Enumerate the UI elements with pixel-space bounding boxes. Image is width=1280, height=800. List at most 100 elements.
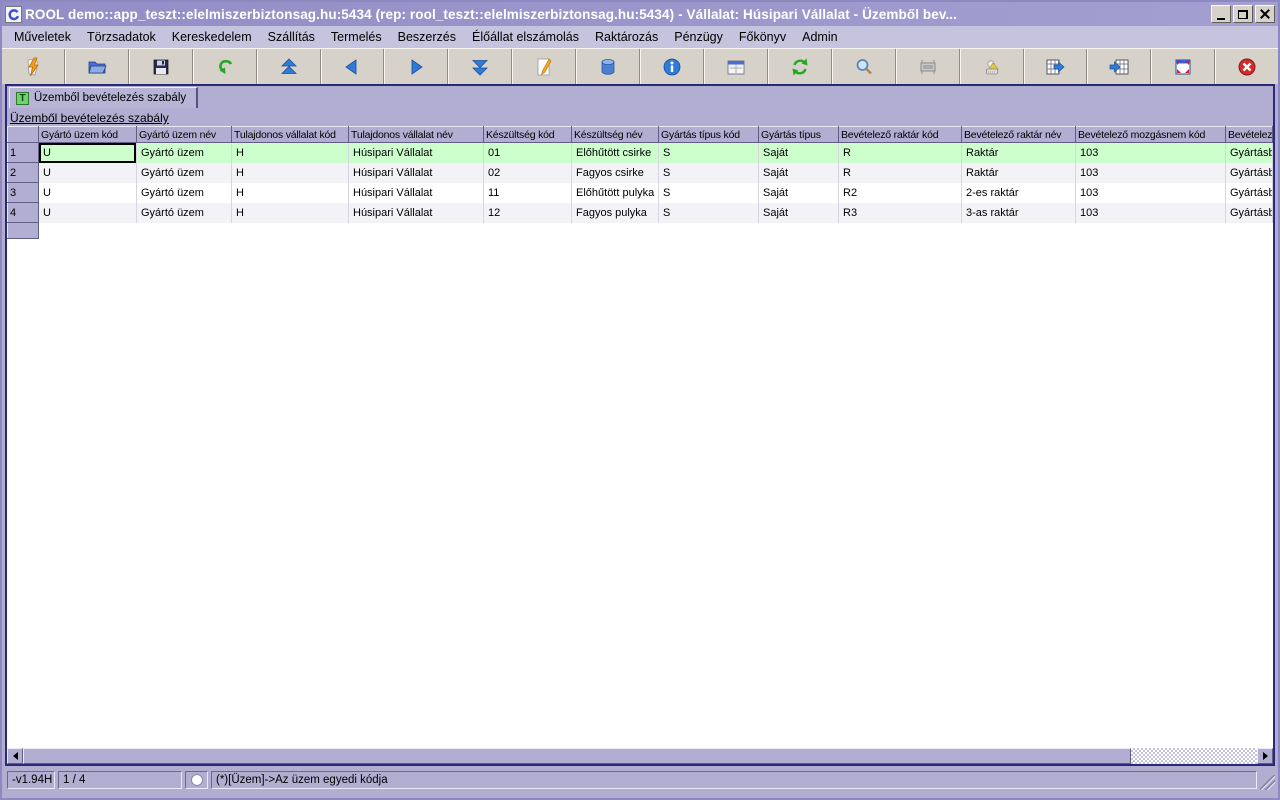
menu-kereskedelem[interactable]: Kereskedelem bbox=[164, 28, 260, 46]
search-button[interactable] bbox=[831, 49, 896, 84]
column-header-bevetelezo-raktar-nev[interactable]: Bevételező raktár név bbox=[961, 126, 1076, 143]
table-cell[interactable]: Fagyos csirke bbox=[571, 162, 659, 183]
table-cell[interactable]: 103 bbox=[1075, 142, 1226, 163]
table-cell[interactable]: H bbox=[231, 142, 349, 163]
next-record-button[interactable] bbox=[384, 49, 449, 84]
table-cell[interactable]: 103 bbox=[1075, 182, 1226, 203]
table-cell[interactable]: Előhűtött csirke bbox=[571, 142, 659, 163]
table-cell[interactable]: Húsipari Vállalat bbox=[348, 182, 484, 203]
table-cell[interactable]: Raktár bbox=[961, 162, 1076, 183]
table-cell[interactable]: 103 bbox=[1075, 202, 1226, 223]
plotter-button[interactable] bbox=[959, 49, 1024, 84]
table-cell[interactable]: Gyártásb bbox=[1225, 162, 1273, 183]
table-cell[interactable]: 3-as raktár bbox=[961, 202, 1076, 223]
form-view-button[interactable] bbox=[703, 49, 768, 84]
menu-fokonyv[interactable]: Főkönyv bbox=[731, 28, 794, 46]
table-cell[interactable]: 02 bbox=[483, 162, 572, 183]
page-caption-link[interactable]: Üzemből bevételezés szabály bbox=[7, 108, 169, 127]
table-cell[interactable]: Előhűtött pulyka bbox=[571, 182, 659, 203]
column-header-gyartas-tipus[interactable]: Gyártás típus bbox=[758, 126, 839, 143]
table-cell[interactable]: Saját bbox=[758, 182, 839, 203]
import-table-button[interactable] bbox=[1087, 49, 1152, 84]
table-cell[interactable]: Húsipari Vállalat bbox=[348, 142, 484, 163]
menu-admin[interactable]: Admin bbox=[794, 28, 845, 46]
column-header-gyartas-tipus-kod[interactable]: Gyártás típus kód bbox=[658, 126, 759, 143]
table-cell[interactable]: H bbox=[231, 182, 349, 203]
stop-button[interactable] bbox=[1215, 49, 1279, 84]
info-button[interactable] bbox=[640, 49, 704, 84]
menu-beszerzes[interactable]: Beszerzés bbox=[390, 28, 464, 46]
table-cell[interactable]: S bbox=[658, 202, 759, 223]
table-cell[interactable]: Húsipari Vállalat bbox=[348, 202, 484, 223]
minimize-button[interactable] bbox=[1211, 5, 1231, 23]
table-cell[interactable]: Saját bbox=[758, 142, 839, 163]
scrollbar-thumb[interactable] bbox=[23, 748, 1131, 764]
table-cell[interactable]: Gyártásb bbox=[1225, 202, 1273, 223]
last-record-button[interactable] bbox=[448, 49, 513, 84]
menu-torzsadatok[interactable]: Törzsadatok bbox=[79, 28, 164, 46]
table-cell[interactable]: Saját bbox=[758, 202, 839, 223]
resize-grip[interactable] bbox=[1260, 775, 1275, 790]
column-header-keszultseg-kod[interactable]: Készültség kód bbox=[483, 126, 572, 143]
column-header-keszultseg-nev[interactable]: Készültség név bbox=[571, 126, 659, 143]
first-record-button[interactable] bbox=[256, 49, 321, 84]
maximize-grid-button[interactable] bbox=[1151, 49, 1216, 84]
table-cell[interactable]: H bbox=[231, 202, 349, 223]
table-cell[interactable]: 103 bbox=[1075, 162, 1226, 183]
restore-button[interactable] bbox=[1233, 5, 1253, 23]
menu-muveletek[interactable]: Műveletek bbox=[6, 28, 79, 46]
row-number[interactable]: 4 bbox=[7, 202, 39, 223]
column-header-bevetelezo-raktar-kod[interactable]: Bevételező raktár kód bbox=[838, 126, 962, 143]
menu-szallitas[interactable]: Szállítás bbox=[260, 28, 323, 46]
export-table-button[interactable] bbox=[1023, 49, 1088, 84]
row-number[interactable]: 1 bbox=[7, 142, 39, 163]
table-cell[interactable]: R bbox=[838, 142, 962, 163]
menu-raktarozas[interactable]: Raktározás bbox=[587, 28, 666, 46]
column-header-gyarto-uzem-nev[interactable]: Gyártó üzem név bbox=[136, 126, 232, 143]
table-cell[interactable]: S bbox=[658, 182, 759, 203]
table-cell[interactable]: 01 bbox=[483, 142, 572, 163]
table-cell[interactable]: Gyártásb bbox=[1225, 182, 1273, 203]
table-cell[interactable]: Húsipari Vállalat bbox=[348, 162, 484, 183]
column-header-tulajdonos-vallalat-nev[interactable]: Tulajdonos vállalat név bbox=[348, 126, 484, 143]
table-cell[interactable]: R2 bbox=[838, 182, 962, 203]
column-header-bevetelezo-mozgasnem-nev[interactable]: Bevételez bbox=[1225, 126, 1273, 143]
table-cell[interactable]: U bbox=[38, 182, 137, 203]
table-cell[interactable]: Fagyos pulyka bbox=[571, 202, 659, 223]
table-cell[interactable]: H bbox=[231, 162, 349, 183]
horizontal-scrollbar[interactable] bbox=[7, 748, 1273, 764]
database-button[interactable] bbox=[576, 49, 641, 84]
table-cell[interactable]: Gyártásb bbox=[1225, 142, 1273, 163]
column-header-bevetelezo-mozgasnem-kod[interactable]: Bevételező mozgásnem kód bbox=[1075, 126, 1226, 143]
undo-button[interactable] bbox=[192, 49, 257, 84]
edit-button[interactable] bbox=[512, 49, 577, 84]
menu-termeles[interactable]: Termelés bbox=[323, 28, 390, 46]
run-query-button[interactable] bbox=[2, 49, 65, 84]
table-cell[interactable]: U bbox=[38, 162, 137, 183]
table-cell[interactable]: R3 bbox=[838, 202, 962, 223]
table-cell[interactable]: Saját bbox=[758, 162, 839, 183]
close-button[interactable] bbox=[1255, 5, 1275, 23]
column-header-gyarto-uzem-kod[interactable]: Gyártó üzem kód bbox=[38, 126, 137, 143]
table-cell[interactable]: Gyártó üzem bbox=[136, 162, 232, 183]
table-cell[interactable]: 11 bbox=[483, 182, 572, 203]
row-number[interactable]: 3 bbox=[7, 182, 39, 203]
scroll-right-button[interactable] bbox=[1257, 748, 1273, 764]
table-cell[interactable]: Gyártó üzem bbox=[136, 202, 232, 223]
scroll-left-button[interactable] bbox=[7, 748, 23, 764]
table-cell[interactable]: U bbox=[38, 202, 137, 223]
save-button[interactable] bbox=[128, 49, 193, 84]
table-cell[interactable]: 2-es raktár bbox=[961, 182, 1076, 203]
tab-uzembol-bevetelezes-szabaly[interactable]: T Üzemből bevételezés szabály bbox=[9, 87, 199, 108]
table-cell[interactable]: R bbox=[838, 162, 962, 183]
print-area-button[interactable] bbox=[895, 49, 960, 84]
table-cell[interactable]: Raktár bbox=[961, 142, 1076, 163]
table-cell[interactable]: S bbox=[658, 162, 759, 183]
menu-penzugy[interactable]: Pénzügy bbox=[666, 28, 731, 46]
table-cell[interactable]: S bbox=[658, 142, 759, 163]
row-number[interactable]: 2 bbox=[7, 162, 39, 183]
open-button[interactable] bbox=[64, 49, 129, 84]
refresh-button[interactable] bbox=[767, 49, 832, 84]
table-cell[interactable]: 12 bbox=[483, 202, 572, 223]
table-cell[interactable]: U bbox=[38, 142, 137, 163]
